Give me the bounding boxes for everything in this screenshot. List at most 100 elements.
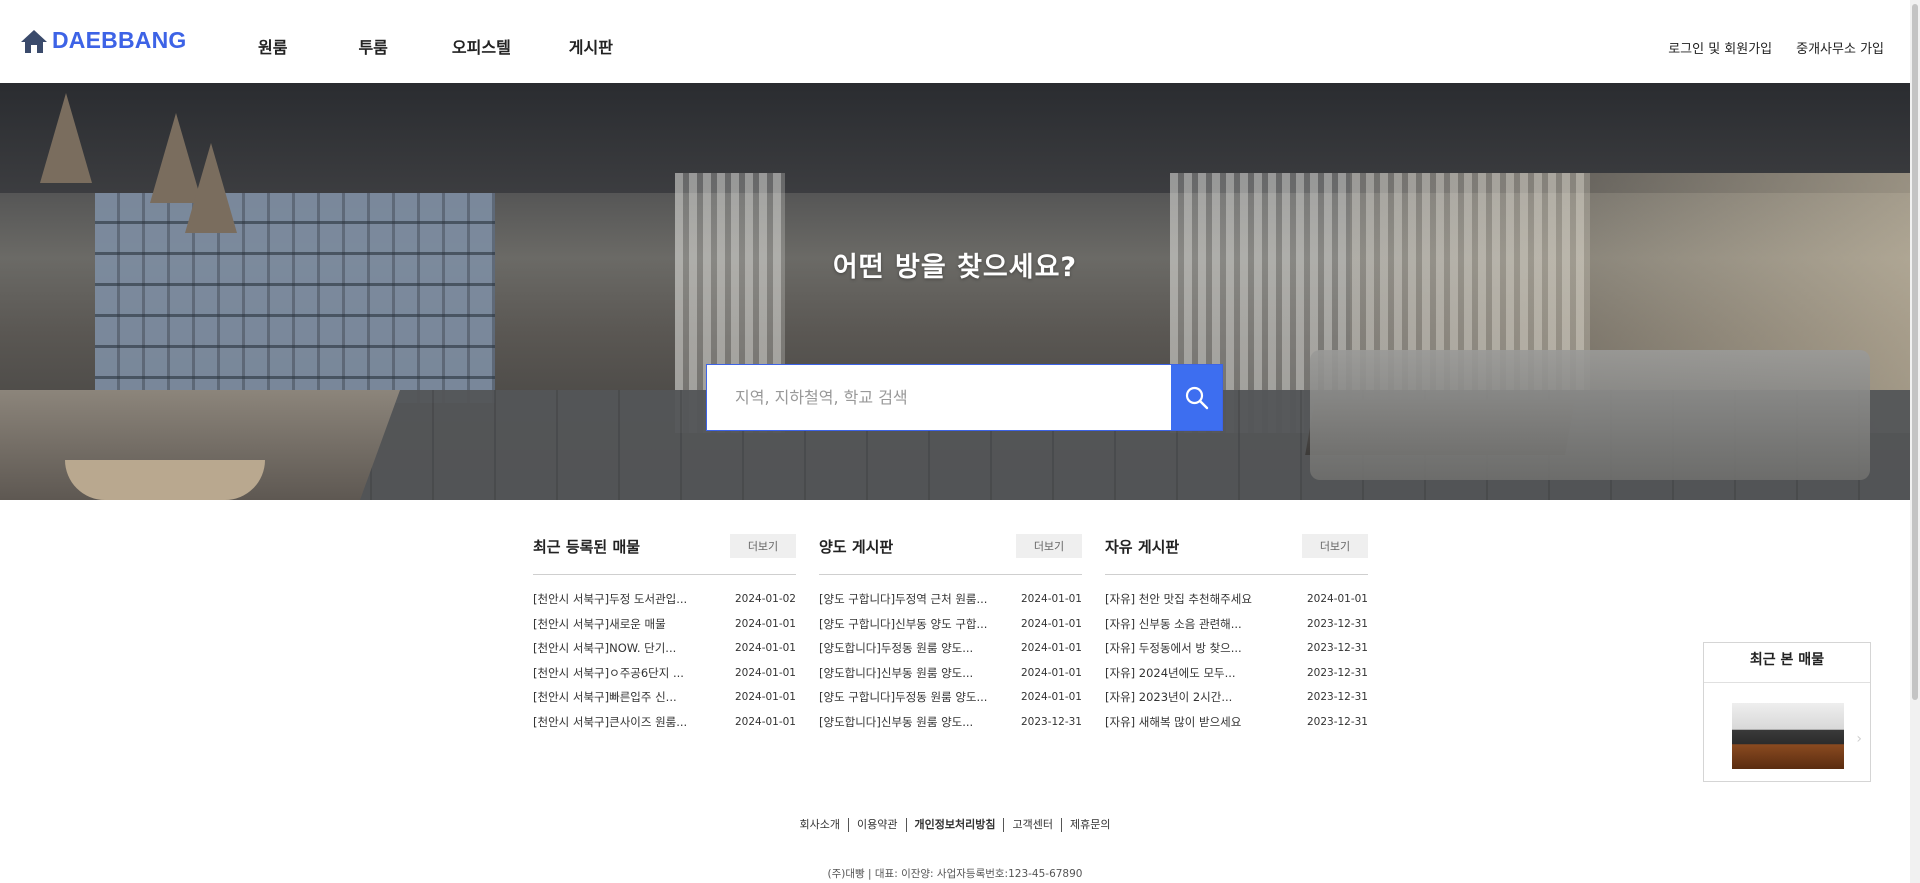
- nav-board[interactable]: 게시판: [569, 34, 613, 58]
- header-account-links: 로그인 및 회원가입 중개사무소 가입: [1668, 38, 1884, 57]
- board-recent-listings: 최근 등록된 매물 더보기 [천안시 서북구]두정 도서관입... 2024-01…: [533, 534, 796, 735]
- list-item-title: [자유] 신부동 소음 관련해...: [1105, 616, 1242, 631]
- more-button[interactable]: 더보기: [1016, 534, 1082, 558]
- footer-company-info: (주)대빵 | 대표: 이잔양: 사업자등록번호:123-45-67890: [827, 868, 1083, 880]
- boards-section: 최근 등록된 매물 더보기 [천안시 서북구]두정 도서관입... 2024-01…: [533, 534, 1368, 735]
- footer-link-partnership[interactable]: 제휴문의: [1060, 818, 1118, 832]
- list-item-title: [자유] 새해복 많이 받으세요: [1105, 714, 1242, 729]
- scrollbar-thumb[interactable]: [1912, 4, 1918, 700]
- board-title: 자유 게시판: [1105, 537, 1180, 556]
- recently-viewed-thumbnail[interactable]: [1732, 703, 1844, 769]
- pendant-lamp: [185, 143, 237, 233]
- list-item-title: [천안시 서북구]빠른입주 신...: [533, 690, 677, 705]
- list-item-date: 2024-01-01: [1020, 642, 1082, 655]
- footer-link-about[interactable]: 회사소개: [792, 818, 848, 832]
- list-item-date: 2024-01-01: [734, 666, 796, 679]
- list-item[interactable]: [천안시 서북구]NOW. 단기... 2024-01-01: [533, 636, 796, 661]
- list-item-title: [자유] 천안 맛집 추천해주세요: [1105, 592, 1252, 607]
- list-item[interactable]: [자유] 신부동 소음 관련해... 2023-12-31: [1105, 612, 1368, 637]
- list-item[interactable]: [자유] 두정동에서 방 찾으... 2023-12-31: [1105, 636, 1368, 661]
- site-header: DAEBBANG 원룸 투룸 오피스텔 게시판 로그인 및 회원가입 중개사무소…: [0, 0, 1910, 83]
- list-item[interactable]: [양도합니다]신부동 원룸 양도... 2024-01-01: [819, 661, 1082, 686]
- nav-tworoom[interactable]: 투룸: [358, 34, 387, 58]
- list-item-title: [천안시 서북구]새로운 매물: [533, 616, 666, 631]
- list-item-title: [자유] 2023년이 2시간...: [1105, 690, 1233, 705]
- list-item[interactable]: [자유] 천안 맛집 추천해주세요 2024-01-01: [1105, 587, 1368, 612]
- search-input[interactable]: [707, 365, 1171, 430]
- list-item-date: 2024-01-01: [1020, 666, 1082, 679]
- list-item[interactable]: [천안시 서북구]빠른입주 신... 2024-01-01: [533, 685, 796, 710]
- list-item-title: [천안시 서북구]두정 도서관입...: [533, 592, 688, 607]
- list-item-date: 2023-12-31: [1306, 691, 1368, 704]
- list-item-date: 2024-01-01: [734, 691, 796, 704]
- nav-oneroom[interactable]: 원룸: [258, 34, 287, 58]
- list-item-date: 2023-12-31: [1306, 617, 1368, 630]
- list-item-title: [천안시 서북구]큰사이즈 원룸...: [533, 714, 688, 729]
- footer-link-privacy[interactable]: 개인정보처리방침: [905, 818, 1004, 832]
- list-item-title: [천안시 서북구]NOW. 단기...: [533, 641, 677, 656]
- footer-links: 회사소개 이용약관 개인정보처리방침 고객센터 제휴문의: [0, 818, 1910, 832]
- list-item-title: [양도합니다]신부동 원룸 양도...: [819, 714, 974, 729]
- board-free: 자유 게시판 더보기 [자유] 천안 맛집 추천해주세요 2024-01-01 […: [1105, 534, 1368, 735]
- list-item[interactable]: [천안시 서북구]큰사이즈 원룸... 2024-01-01: [533, 710, 796, 735]
- list-item-date: 2023-12-31: [1306, 715, 1368, 728]
- hero-fruit-bowl: [65, 460, 265, 500]
- recently-viewed-panel: 최근 본 매물 ›: [1703, 642, 1871, 782]
- more-button[interactable]: 더보기: [1302, 534, 1368, 558]
- list-item-date: 2024-01-01: [1306, 593, 1368, 606]
- board-title: 양도 게시판: [819, 537, 894, 556]
- list-item-date: 2024-01-01: [1020, 593, 1082, 606]
- list-item[interactable]: [천안시 서북구]ㅇ주공6단지 ... 2024-01-01: [533, 661, 796, 686]
- home-icon: [21, 29, 47, 53]
- list-item[interactable]: [양도합니다]신부동 원룸 양도... 2023-12-31: [819, 710, 1082, 735]
- list-item-date: 2024-01-01: [1020, 691, 1082, 704]
- list-item[interactable]: [자유] 2023년이 2시간... 2023-12-31: [1105, 685, 1368, 710]
- list-item[interactable]: [양도 구합니다]신부동 양도 구합... 2024-01-01: [819, 612, 1082, 637]
- board-transfer: 양도 게시판 더보기 [양도 구합니다]두정역 근처 원룸... 2024-01-…: [819, 534, 1082, 735]
- list-item-date: 2024-01-02: [734, 593, 796, 606]
- more-button[interactable]: 더보기: [730, 534, 796, 558]
- board-header: 양도 게시판 더보기: [819, 534, 1082, 575]
- footer-link-terms[interactable]: 이용약관: [848, 818, 905, 832]
- list-item-title: [양도합니다]두정동 원룸 양도...: [819, 641, 974, 656]
- search-box: [707, 365, 1222, 430]
- list-item[interactable]: [자유] 2024년에도 모두... 2023-12-31: [1105, 661, 1368, 686]
- list-item-title: [양도 구합니다]두정역 근처 원룸...: [819, 592, 988, 607]
- list-item-date: 2023-12-31: [1306, 642, 1368, 655]
- board-title: 최근 등록된 매물: [533, 537, 641, 556]
- list-item-date: 2024-01-01: [1020, 617, 1082, 630]
- list-item[interactable]: [천안시 서북구]두정 도서관입... 2024-01-02: [533, 587, 796, 612]
- main-nav: 원룸 투룸 오피스텔 게시판: [230, 34, 613, 58]
- logo-text: DAEBBANG: [52, 27, 187, 53]
- nav-officetel[interactable]: 오피스텔: [452, 34, 511, 58]
- login-signup-link[interactable]: 로그인 및 회원가입: [1668, 38, 1772, 57]
- list-item[interactable]: [양도합니다]두정동 원룸 양도... 2024-01-01: [819, 636, 1082, 661]
- board-header: 자유 게시판 더보기: [1105, 534, 1368, 575]
- list-item[interactable]: [천안시 서북구]새로운 매물 2024-01-01: [533, 612, 796, 637]
- list-item-title: [자유] 두정동에서 방 찾으...: [1105, 641, 1242, 656]
- hero-banner: 어떤 방을 찾으세요?: [0, 83, 1910, 500]
- board-header: 최근 등록된 매물 더보기: [533, 534, 796, 575]
- list-item-date: 2023-12-31: [1306, 666, 1368, 679]
- list-item-date: 2024-01-01: [734, 642, 796, 655]
- list-item[interactable]: [자유] 새해복 많이 받으세요 2023-12-31: [1105, 710, 1368, 735]
- list-item-title: [천안시 서북구]ㅇ주공6단지 ...: [533, 665, 684, 680]
- list-item-title: [양도합니다]신부동 원룸 양도...: [819, 665, 974, 680]
- list-item-date: 2024-01-01: [734, 617, 796, 630]
- list-item[interactable]: [양도 구합니다]두정동 원룸 양도... 2024-01-01: [819, 685, 1082, 710]
- list-item[interactable]: [양도 구합니다]두정역 근처 원룸... 2024-01-01: [819, 587, 1082, 612]
- footer-link-support[interactable]: 고객센터: [1003, 818, 1060, 832]
- logo[interactable]: DAEBBANG: [20, 27, 187, 54]
- search-icon: [1185, 386, 1208, 409]
- list-item-title: [양도 구합니다]신부동 양도 구합...: [819, 616, 988, 631]
- hero-window-grid: [95, 193, 495, 403]
- page-scrollbar[interactable]: [1910, 0, 1920, 883]
- pendant-lamp: [40, 93, 92, 183]
- chevron-right-icon[interactable]: ›: [1856, 731, 1862, 747]
- hero-sofa: [1310, 350, 1870, 480]
- list-item-date: 2024-01-01: [734, 715, 796, 728]
- search-button[interactable]: [1171, 365, 1222, 430]
- hero-title: 어떤 방을 찾으세요?: [832, 252, 1078, 283]
- list-item-title: [양도 구합니다]두정동 원룸 양도...: [819, 690, 988, 705]
- agency-signup-link[interactable]: 중개사무소 가입: [1796, 38, 1884, 57]
